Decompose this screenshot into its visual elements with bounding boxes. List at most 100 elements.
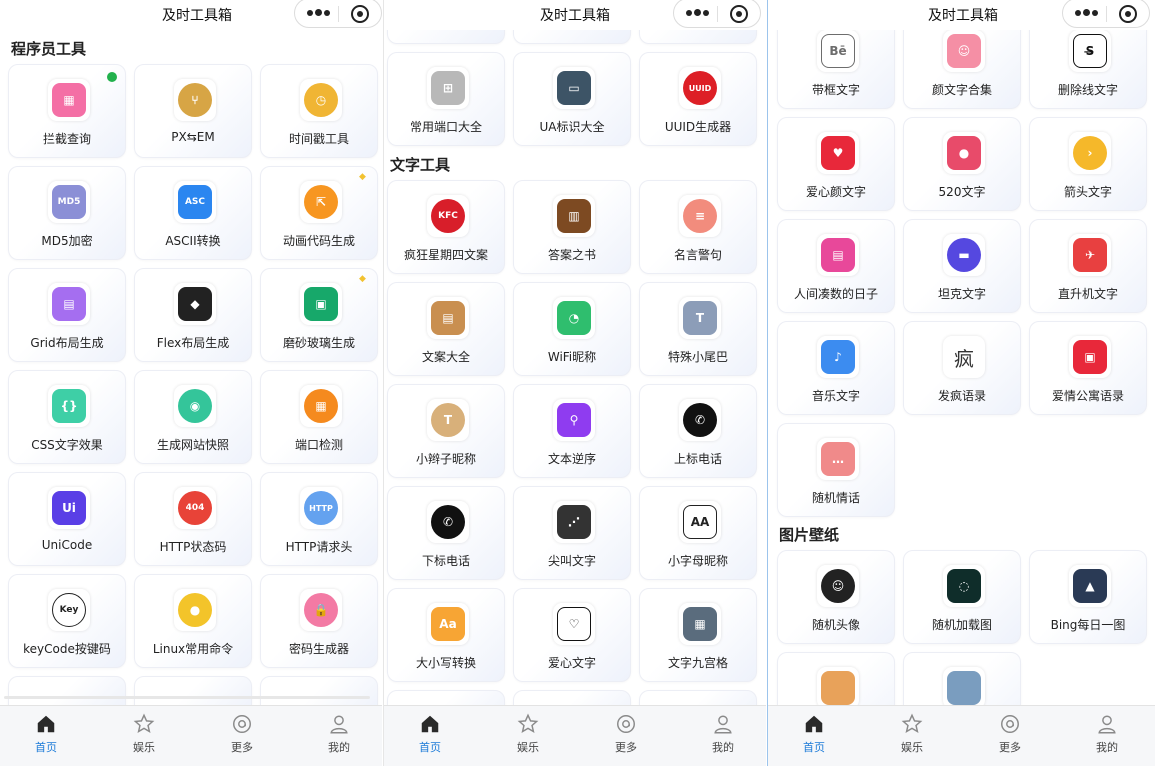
tool-card[interactable]: ◆ Flex布局生成	[134, 268, 252, 362]
case-convert-icon: Aa	[431, 607, 465, 641]
tool-card[interactable]: T 小辫子昵称	[387, 384, 505, 478]
tool-card[interactable]: Aa 大小写转换	[387, 588, 505, 682]
mini-program-capsule[interactable]	[294, 0, 382, 28]
phone-icon: ✆	[431, 505, 465, 539]
tool-card[interactable]: › 箭头文字	[1029, 117, 1147, 211]
clock-icon: ◷	[304, 83, 338, 117]
tab-user[interactable]: 我的	[309, 713, 369, 755]
tab-star[interactable]: 娱乐	[114, 713, 174, 755]
tool-card[interactable]: ☺ 随机头像	[777, 550, 895, 644]
more-dots-icon[interactable]	[307, 9, 331, 17]
nav-bar: 及时工具箱	[768, 0, 1155, 30]
hearts-icon: ♥	[821, 136, 855, 170]
tool-card[interactable]: ◌ 随机加载图	[903, 550, 1021, 644]
tool-card[interactable]: 🔒 密码生成器	[260, 574, 378, 668]
star-icon	[133, 713, 155, 735]
tool-card[interactable]: ▦ 端口检测	[260, 370, 378, 464]
tab-user[interactable]: 我的	[693, 713, 753, 755]
crazy-char-icon: 疯	[947, 340, 981, 374]
tool-card[interactable]: ASC ASCII转换	[134, 166, 252, 260]
mini-program-capsule[interactable]	[673, 0, 761, 28]
tool-card-label: 爱心文字	[547, 656, 596, 670]
tool-card[interactable]: ● 520文字	[903, 117, 1021, 211]
tool-card[interactable]: ▦ 拦截查询	[8, 64, 126, 158]
tool-card[interactable]: KFC 疯狂星期四文案	[387, 180, 505, 274]
tool-card[interactable]: MD5 MD5加密	[8, 166, 126, 260]
tool-card[interactable]: ✈ 直升机文字	[1029, 219, 1147, 313]
panel-emoticon-and-wallpaper: 及时工具箱 图片壁纸 Bē 带框文字 ☺ 颜文字合集 S̶ 删除线文字 ♥ 爱心颜文字 ● 520…	[768, 0, 1155, 766]
tool-card[interactable]: ▤ 人间凑数的日子	[777, 219, 895, 313]
tool-card[interactable]: UUID UUID生成器	[639, 52, 757, 146]
tool-card[interactable]: ≡ 名言警句	[639, 180, 757, 274]
tool-card[interactable]: ▬ 坦克文字	[903, 219, 1021, 313]
tool-card[interactable]: ⚲ 文本逆序	[513, 384, 631, 478]
mini-program-capsule[interactable]	[1062, 0, 1150, 28]
unicode-icon: Ui	[52, 491, 86, 525]
tool-card[interactable]: … 随机情话	[777, 423, 895, 517]
tool-card[interactable]: ✆ 上标电话	[639, 384, 757, 478]
tab-bar: 首页 娱乐 更多 我的	[768, 705, 1155, 766]
tool-card[interactable]: 疯发疯语录	[903, 321, 1021, 415]
tool-card[interactable]: ♡ 爱心文字	[513, 588, 631, 682]
tool-card[interactable]: ▤ 文案大全	[387, 282, 505, 376]
tool-card[interactable]: ✆ 下标电话	[387, 486, 505, 580]
tool-card[interactable]: ⑂ PX⇆EM	[134, 64, 252, 158]
tab-label: 我的	[1096, 741, 1118, 754]
tool-card-label: 时间戳工具	[288, 132, 349, 146]
tool-card[interactable]: ♪ 音乐文字	[777, 321, 895, 415]
tool-card[interactable]: ⊞ 常用端口大全	[387, 52, 505, 146]
location-pin-icon: ⚲	[557, 403, 591, 437]
tool-card[interactable]: ◔ WiFi昵称	[513, 282, 631, 376]
network-icon: ⊞	[431, 71, 465, 105]
tool-card[interactable]: ▤ Grid布局生成	[8, 268, 126, 362]
tab-star[interactable]: 娱乐	[498, 713, 558, 755]
tool-card[interactable]: Ui UniCode	[8, 472, 126, 566]
tab-more[interactable]: 更多	[980, 713, 1040, 755]
tab-star[interactable]: 娱乐	[882, 713, 942, 755]
tool-card[interactable]: HTTP HTTP请求头	[260, 472, 378, 566]
tool-card-label: 密码生成器	[288, 642, 349, 656]
tool-card[interactable]: Key keyCode按键码	[8, 574, 126, 668]
more-dots-icon[interactable]	[686, 9, 710, 17]
book-icon: ▥	[557, 199, 591, 233]
home-icon	[419, 713, 441, 735]
tool-card[interactable]: {} CSS文字效果	[8, 370, 126, 464]
home-icon	[803, 713, 825, 735]
more-dots-icon[interactable]	[1075, 9, 1099, 17]
nav-bar: 及时工具箱	[0, 0, 382, 30]
tab-more[interactable]: 更多	[212, 713, 272, 755]
tool-card[interactable]: ▣ 爱情公寓语录	[1029, 321, 1147, 415]
app-title: 及时工具箱	[540, 8, 610, 24]
user-icon	[1096, 713, 1118, 735]
tool-card[interactable]: ◉ 生成网站快照	[134, 370, 252, 464]
close-target-icon[interactable]	[351, 5, 369, 23]
tool-card[interactable]: 404 HTTP状态码	[134, 472, 252, 566]
tool-card[interactable]: ▭ UA标识大全	[513, 52, 631, 146]
tool-card-label: 随机加载图	[931, 618, 992, 632]
avatar-icon: ☺	[821, 569, 855, 603]
tool-card[interactable]: ⋰ 尖叫文字	[513, 486, 631, 580]
tab-user[interactable]: 我的	[1077, 713, 1137, 755]
tab-home[interactable]: 首页	[784, 713, 844, 755]
tab-home[interactable]: 首页	[400, 713, 460, 755]
404-icon: 404	[178, 491, 212, 525]
nav-bar: 及时工具箱	[384, 0, 766, 30]
tool-card[interactable]: ▣ 磨砂玻璃生成 ◆	[260, 268, 378, 362]
tool-card-label: 端口检测	[294, 438, 343, 452]
tab-more[interactable]: 更多	[596, 713, 656, 755]
tool-card[interactable]: ◷ 时间戳工具	[260, 64, 378, 158]
tool-card[interactable]: ▥ 答案之书	[513, 180, 631, 274]
tool-card[interactable]: ♥ 爱心颜文字	[777, 117, 895, 211]
close-target-icon[interactable]	[1119, 5, 1137, 23]
camera-icon: ◉	[178, 389, 212, 423]
tool-card[interactable]: ● Linux常用命令	[134, 574, 252, 668]
tool-card[interactable]: ▲ Bing每日一图	[1029, 550, 1147, 644]
tab-home[interactable]: 首页	[16, 713, 76, 755]
close-target-icon[interactable]	[730, 5, 748, 23]
tool-card[interactable]: ⇱ 动画代码生成 ◆	[260, 166, 378, 260]
tool-card[interactable]: T 特殊小尾巴	[639, 282, 757, 376]
tool-card-label: HTTP请求头	[285, 540, 353, 554]
grid-icon: ▤	[52, 287, 86, 321]
tool-card[interactable]: ▦ 文字九宫格	[639, 588, 757, 682]
tool-card[interactable]: AA 小字母昵称	[639, 486, 757, 580]
